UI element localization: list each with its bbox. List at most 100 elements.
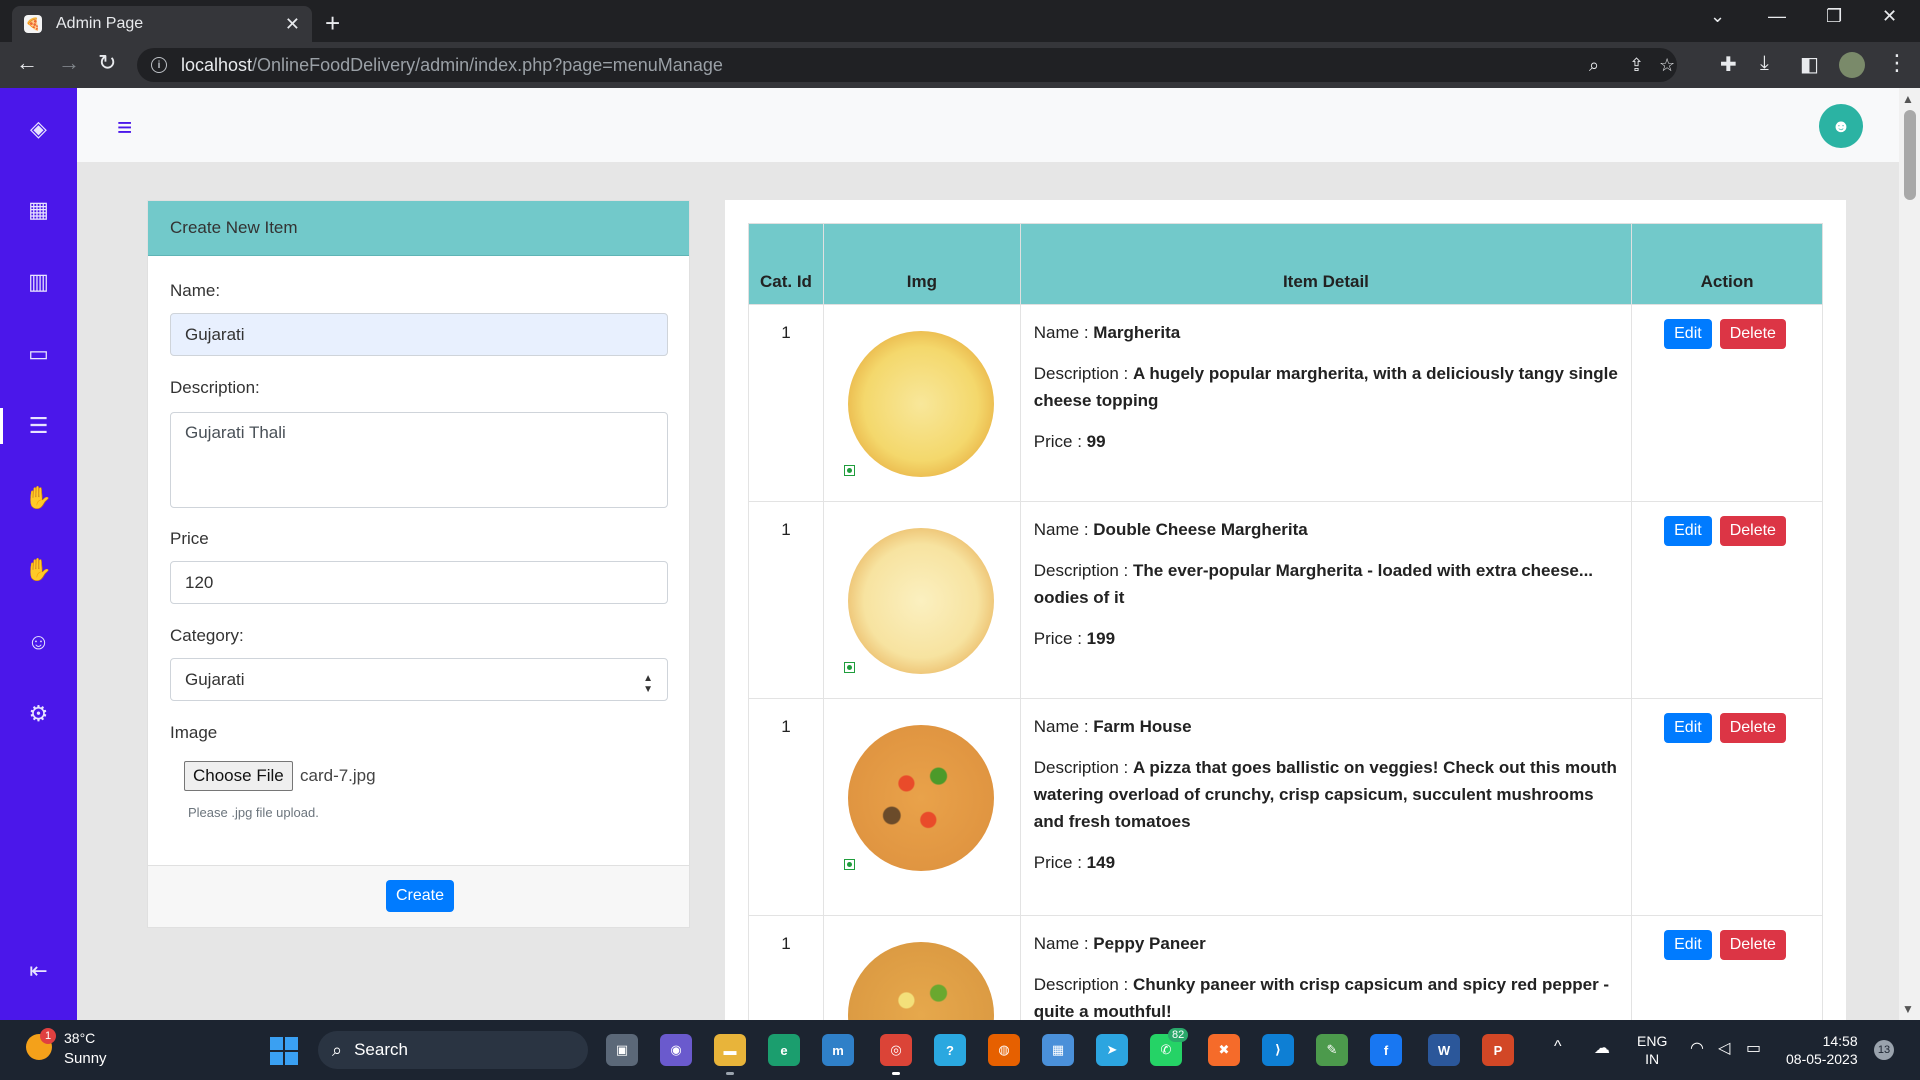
volume-icon[interactable]: ◁ xyxy=(1718,1038,1730,1058)
wifi-icon[interactable]: ◠ xyxy=(1690,1038,1704,1058)
word-icon[interactable]: W xyxy=(1428,1034,1460,1066)
name-input[interactable]: Gujarati xyxy=(170,313,668,356)
image-label: Image xyxy=(170,723,218,742)
side-panel-icon[interactable]: ◧ xyxy=(1800,52,1819,77)
zoom-icon[interactable]: ⌕ xyxy=(1589,55,1599,76)
scrollbar-thumb[interactable] xyxy=(1904,110,1916,200)
bar-chart-icon[interactable]: ▥ xyxy=(0,267,77,297)
battery-icon[interactable]: ▭ xyxy=(1746,1038,1761,1058)
edit-button[interactable]: Edit xyxy=(1664,713,1712,743)
close-tab-icon[interactable]: ✕ xyxy=(285,14,300,35)
veg-mark-icon xyxy=(843,859,855,870)
new-tab-icon[interactable]: + xyxy=(325,8,340,39)
telegram-icon[interactable]: ➤ xyxy=(1096,1034,1128,1066)
site-info-icon[interactable]: i xyxy=(151,57,167,73)
teams-chat-icon[interactable]: ◉ xyxy=(660,1034,692,1066)
url-host: localhost xyxy=(181,54,253,75)
lang-line-2: IN xyxy=(1645,1051,1660,1067)
delete-button[interactable]: Delete xyxy=(1719,713,1786,743)
action-cell: Edit Delete xyxy=(1631,915,1823,1020)
delete-button[interactable]: Delete xyxy=(1719,319,1786,349)
name-prefix: Name : xyxy=(1033,934,1094,953)
price-prefix: Price : xyxy=(1033,629,1087,648)
edit-button[interactable]: Edit xyxy=(1664,319,1712,349)
mylio-app-icon[interactable]: m xyxy=(822,1034,854,1066)
settings-gears-icon[interactable]: ⚙ xyxy=(0,699,77,729)
description-prefix: Description : xyxy=(1033,758,1133,777)
firefox-browser-icon[interactable]: ◍ xyxy=(988,1034,1020,1066)
hamburger-menu-icon[interactable]: ≡ xyxy=(117,112,132,143)
xampp-icon[interactable]: ✖ xyxy=(1208,1034,1240,1066)
tray-chevron-up-icon[interactable]: ^ xyxy=(1554,1038,1562,1056)
taskbar-search[interactable]: ⌕ Search xyxy=(318,1031,588,1069)
input-language[interactable]: ENG IN xyxy=(1637,1032,1667,1068)
name-label: Name: xyxy=(170,281,221,300)
site-favicon-icon: 🍕 xyxy=(24,15,42,33)
description-textarea[interactable]: Gujarati Thali xyxy=(170,412,668,508)
pizza-image xyxy=(847,942,994,1020)
onedrive-cloud-icon[interactable]: ☁ xyxy=(1594,1038,1610,1058)
dashboard-grid-icon[interactable]: ▦ xyxy=(0,195,77,225)
delete-button[interactable]: Delete xyxy=(1719,930,1786,960)
task-view-icon[interactable]: ▣ xyxy=(606,1034,638,1066)
admin-avatar[interactable]: ☻ xyxy=(1819,104,1863,148)
browser-tab[interactable]: 🍕 Admin Page ✕ xyxy=(12,6,312,42)
edit-button[interactable]: Edit xyxy=(1664,930,1712,960)
delivery-handshake-icon[interactable]: ✋ xyxy=(0,555,77,585)
facebook-icon[interactable]: f xyxy=(1370,1034,1402,1066)
get-help-icon[interactable]: ? xyxy=(934,1034,966,1066)
user-icon[interactable]: ☺ xyxy=(0,627,77,657)
back-arrow-icon[interactable]: ← xyxy=(16,50,38,76)
logout-icon[interactable]: ⇤ xyxy=(0,956,77,986)
page-scrollbar[interactable] xyxy=(1899,88,1920,1020)
forward-arrow-icon[interactable]: → xyxy=(58,50,80,76)
system-clock[interactable]: 14:58 08-05-2023 xyxy=(1786,1032,1858,1068)
scroll-up-icon[interactable]: ▲ xyxy=(1902,92,1914,106)
cat-id-cell: 1 xyxy=(748,501,824,699)
address-bar[interactable]: i localhost/OnlineFoodDelivery/admin/ind… xyxy=(137,48,1677,82)
close-window-icon[interactable]: ✕ xyxy=(1882,6,1897,27)
powerpoint-icon[interactable]: P xyxy=(1482,1034,1514,1066)
description-prefix: Description : xyxy=(1033,364,1133,383)
paint-app-icon[interactable]: ✎ xyxy=(1316,1034,1348,1066)
bookmark-star-icon[interactable]: ☆ xyxy=(1659,55,1675,76)
header-cat-id: Cat. Id xyxy=(748,223,824,305)
extensions-puzzle-icon[interactable]: ✚ xyxy=(1720,52,1737,77)
img-cell xyxy=(822,304,1021,502)
pizza-image xyxy=(847,331,994,477)
download-icon[interactable]: ⤓ xyxy=(1760,52,1769,75)
profile-avatar[interactable] xyxy=(1839,52,1865,78)
start-windows-icon[interactable] xyxy=(270,1037,298,1065)
category-select[interactable]: Gujarati ▲ ▼ xyxy=(170,658,668,701)
browser-menu-icon[interactable]: ⋮ xyxy=(1886,50,1908,76)
restore-icon[interactable]: ❐ xyxy=(1826,6,1842,27)
description-prefix: Description : xyxy=(1033,975,1133,994)
layers-logo-icon[interactable]: ◈ xyxy=(0,114,77,144)
item-name: Margherita xyxy=(1093,323,1181,342)
vscode-icon[interactable]: ⟩ xyxy=(1262,1034,1294,1066)
tab-search-chevron-icon[interactable]: ⌄ xyxy=(1710,6,1725,27)
scroll-down-icon[interactable]: ▼ xyxy=(1902,1002,1914,1016)
img-cell xyxy=(822,501,1021,699)
reload-icon[interactable]: ↻ xyxy=(98,50,116,76)
name-prefix: Name : xyxy=(1033,520,1094,539)
price-input-value: 120 xyxy=(185,572,214,592)
edge-browser-icon[interactable]: e xyxy=(768,1034,800,1066)
browser-toolbar: ← → ↻ i localhost/OnlineFoodDelivery/adm… xyxy=(0,42,1920,88)
table-row: 1 Name : Farm House Description : A pizz… xyxy=(748,698,1823,916)
table-row: 1 Name : Peppy Paneer Description : Chun… xyxy=(748,915,1823,1020)
orders-handshake-icon[interactable]: ✋ xyxy=(0,483,77,513)
delete-button[interactable]: Delete xyxy=(1719,516,1786,546)
edit-button[interactable]: Edit xyxy=(1664,516,1712,546)
chrome-browser-icon[interactable]: ◎ xyxy=(880,1034,912,1066)
menu-list-icon[interactable]: ☰ xyxy=(0,411,77,441)
choose-file-button[interactable]: Choose File xyxy=(184,761,293,791)
minimize-icon[interactable]: — xyxy=(1768,6,1786,27)
create-button[interactable]: Create xyxy=(386,880,455,912)
microsoft-store-icon[interactable]: ▦ xyxy=(1042,1034,1074,1066)
file-explorer-icon[interactable]: ▬ xyxy=(714,1034,746,1066)
notification-count[interactable]: 13 xyxy=(1874,1040,1894,1060)
folder-icon[interactable]: ▭ xyxy=(0,339,77,369)
share-icon[interactable]: ⇪ xyxy=(1629,55,1644,76)
price-input[interactable]: 120 xyxy=(170,561,668,604)
